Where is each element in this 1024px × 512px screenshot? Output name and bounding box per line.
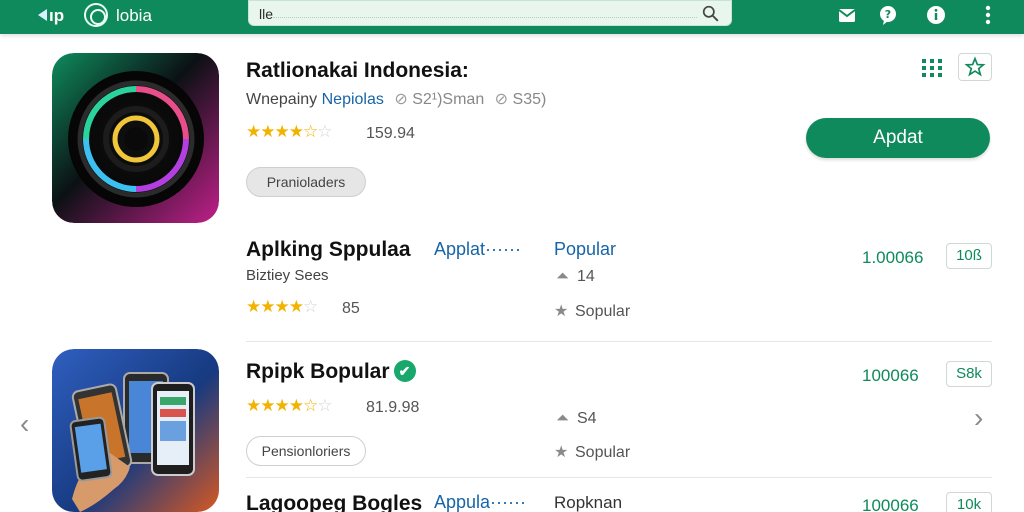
back-button[interactable]: ıp [38,6,64,26]
app-title-text: Rpipk Bopular [246,360,390,383]
downloads-meta: ⏶ 14 [556,268,595,286]
more-vertical-icon[interactable] [977,4,999,26]
category-chip[interactable]: Pensionloriers [246,436,366,466]
popular-label: Sopular [575,444,631,461]
app-tag-link[interactable]: Appula······ [434,492,526,512]
row-divider [246,477,992,478]
app-subtitle: Biztiey Sees [246,267,329,284]
stat-count: S35) [512,91,547,108]
rating-stars: ★★★★☆☆ [246,122,332,141]
app-tag: Ropknan [554,493,623,512]
developer-name: Wnepainy [246,91,318,108]
app-store-page: ıp lobia lle ? Ratlionakai Indonesia: Wn… [0,0,1024,512]
search-underline [273,17,697,18]
popular-label: Sopular [575,303,631,320]
featured-app-subtitle: Wnepainy Nepiolas ⊘ S2¹)Sman ⊘ S35) [246,89,546,109]
featured-app-title[interactable]: Ratlionakai Indonesia: [246,59,469,83]
star-icon: ★ [554,444,569,461]
category-link[interactable]: Nepiolas [322,91,384,108]
back-label: ıp [49,6,65,25]
app-title[interactable]: Lagoopeg Bogles [246,492,422,512]
rating-value: 85 [342,300,360,317]
app-title[interactable]: Aplking Sppulaa [246,238,411,262]
verified-check-icon: ✔ [393,360,416,382]
install-count: 100066 [862,496,919,512]
chart-icon: ⏶ [556,410,569,427]
chart-icon: ⏶ [556,268,569,285]
rating-value: 81.9.98 [366,399,420,416]
top-app-bar: ıp lobia lle ? [0,0,1024,34]
grid-icon[interactable] [921,58,943,78]
search-value: lle [259,6,274,22]
star-outline-icon [964,56,986,77]
app-icon [52,349,219,512]
rating-value: 159.94 [366,125,415,142]
download-icon: ⊘ [394,91,408,108]
svg-text:?: ? [885,8,891,21]
back-arrow-icon [38,9,47,21]
users-icon: ⊘ [494,91,509,108]
update-button[interactable]: Apdat [806,118,990,158]
downloads-value: S4 [577,410,597,427]
stat-size: S2¹)Sman [412,91,485,108]
app-title[interactable]: Rpipk Bopular ✔ [246,360,416,384]
row-divider [246,341,992,342]
brand-logo-icon [84,3,108,27]
popular-meta: ★ Sopular [554,301,630,321]
chevron-right-icon[interactable]: › [974,402,983,434]
app-tag-link[interactable]: Applat······ [434,239,521,260]
install-count: 100066 [862,366,919,385]
star-icon: ★ [554,303,569,320]
install-count: 1.00066 [862,248,924,267]
wishlist-button[interactable] [958,53,992,81]
size-badge[interactable]: S8k [946,361,992,387]
downloads-meta: ⏶ S4 [556,410,597,428]
downloads-value: 14 [577,268,595,285]
rating-stars: ★★★★☆☆ [246,396,332,415]
search-icon[interactable] [702,5,719,22]
category-chip[interactable]: Pranioladers [246,167,366,197]
featured-app-icon [52,53,219,223]
mail-icon[interactable] [836,4,858,26]
size-badge[interactable]: 10ß [946,243,992,269]
chat-icon[interactable]: ? [877,4,899,26]
size-badge[interactable]: 10k [946,492,992,512]
search-input[interactable]: lle [248,0,732,26]
brand-name: lobia [116,6,152,25]
chevron-left-icon[interactable]: ‹ [20,408,29,440]
popular-meta: ★ Sopular [554,442,630,462]
info-icon[interactable] [925,4,947,26]
app-tag-link[interactable]: Popular [554,239,616,260]
rating-stars: ★★★★☆ [246,297,318,316]
